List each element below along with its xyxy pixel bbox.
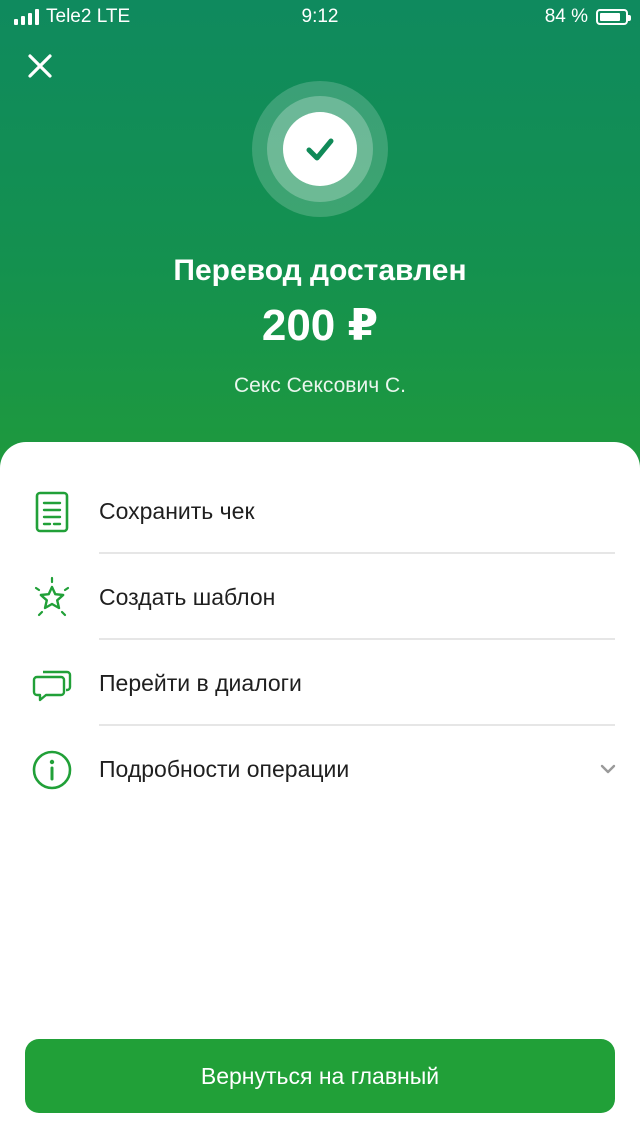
- receipt-icon: [35, 491, 69, 533]
- operation-details-label: Подробности операции: [99, 756, 350, 782]
- battery-status: 84 %: [544, 6, 631, 28]
- check-icon: [306, 138, 334, 161]
- success-header: Tele2 LTE 9:12 84 % Перевод доставлен 20…: [0, 0, 640, 480]
- close-button[interactable]: [22, 48, 58, 84]
- chat-icon: [32, 670, 72, 702]
- operation-details-item[interactable]: Подробности операции: [0, 726, 640, 812]
- info-icon: [32, 750, 72, 790]
- chevron-down-icon[interactable]: [598, 759, 618, 779]
- page-title: Перевод доставлен: [173, 254, 467, 287]
- return-home-button[interactable]: Вернуться на главный: [25, 1039, 615, 1113]
- save-receipt-item[interactable]: Сохранить чек: [0, 468, 640, 554]
- battery-percent: 84 %: [544, 6, 588, 27]
- go-to-dialogs-item[interactable]: Перейти в диалоги: [0, 640, 640, 726]
- save-receipt-label: Сохранить чек: [99, 498, 255, 524]
- go-to-dialogs-label: Перейти в диалоги: [99, 670, 302, 696]
- star-icon: [34, 576, 70, 617]
- transfer-amount: 200 ₽: [261, 301, 379, 350]
- battery-icon: [596, 9, 631, 25]
- status-bar: Tele2 LTE 9:12 84 %: [0, 0, 640, 34]
- actions-sheet: Сохранить чек Создать шаблон Перейти в д…: [0, 442, 640, 1138]
- create-template-label: Создать шаблон: [99, 584, 276, 610]
- close-icon: [28, 54, 52, 78]
- recipient-name: Секс Сексович С.: [234, 374, 406, 397]
- success-badge: [252, 81, 388, 217]
- create-template-item[interactable]: Создать шаблон: [0, 554, 640, 640]
